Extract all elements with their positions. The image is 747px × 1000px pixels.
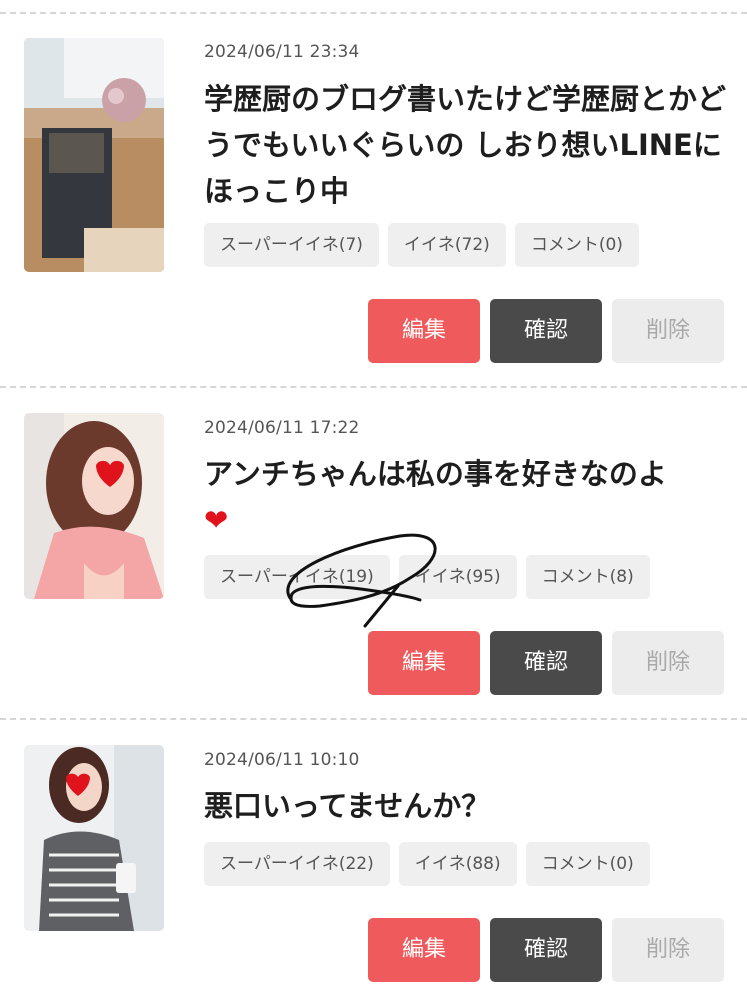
super-like-count: スーパーイイネ(7) <box>204 223 379 267</box>
edit-button[interactable]: 編集 <box>368 631 480 695</box>
confirm-button[interactable]: 確認 <box>490 918 602 982</box>
delete-button[interactable]: 削除 <box>612 299 724 363</box>
post-date: 2024/06/11 17:22 <box>204 418 360 438</box>
super-like-count: スーパーイイネ(22) <box>204 842 390 886</box>
post-actions: 編集 確認 削除 <box>368 299 724 363</box>
heart-emoji-icon: ❤ <box>204 503 229 537</box>
divider-top <box>0 12 747 14</box>
comment-count: コメント(8) <box>525 555 650 599</box>
edit-button[interactable]: 編集 <box>368 299 480 363</box>
post-title[interactable]: アンチちゃんは私の事を好きなのよ ❤ <box>204 451 729 543</box>
reaction-tags: スーパーイイネ(7) イイネ(72) コメント(0) <box>204 223 639 267</box>
post-actions: 編集 確認 削除 <box>368 918 724 982</box>
post-date: 2024/06/11 23:34 <box>204 42 360 62</box>
post-title-text: 学歴厨のブログ書いたけど学歴厨とかどうでもいいぐらいの しおり想いLINEにほっ… <box>204 82 727 208</box>
post-thumbnail[interactable] <box>24 745 164 931</box>
comment-count: コメント(0) <box>525 842 650 886</box>
like-count: イイネ(72) <box>387 223 506 267</box>
delete-button[interactable]: 削除 <box>612 631 724 695</box>
divider <box>0 718 747 720</box>
divider <box>0 386 747 388</box>
comment-count: コメント(0) <box>514 223 639 267</box>
post-title[interactable]: 学歴厨のブログ書いたけど学歴厨とかどうでもいいぐらいの しおり想いLINEにほっ… <box>204 76 729 214</box>
post-title-text: アンチちゃんは私の事を好きなのよ <box>204 457 667 491</box>
confirm-button[interactable]: 確認 <box>490 299 602 363</box>
post-title-text: 悪口いってませんか？ <box>204 789 491 823</box>
edit-button[interactable]: 編集 <box>368 918 480 982</box>
post-date: 2024/06/11 10:10 <box>204 750 360 770</box>
like-count: イイネ(95) <box>398 555 517 599</box>
post-title[interactable]: 悪口いってませんか？ <box>204 783 729 829</box>
reaction-tags: スーパーイイネ(22) イイネ(88) コメント(0) <box>204 842 650 886</box>
post-actions: 編集 確認 削除 <box>368 631 724 695</box>
post-thumbnail[interactable] <box>24 413 164 599</box>
like-count: イイネ(88) <box>398 842 517 886</box>
confirm-button[interactable]: 確認 <box>490 631 602 695</box>
super-like-count: スーパーイイネ(19) <box>204 555 390 599</box>
delete-button[interactable]: 削除 <box>612 918 724 982</box>
reaction-tags: スーパーイイネ(19) イイネ(95) コメント(8) <box>204 555 650 599</box>
post-thumbnail[interactable] <box>24 38 164 272</box>
